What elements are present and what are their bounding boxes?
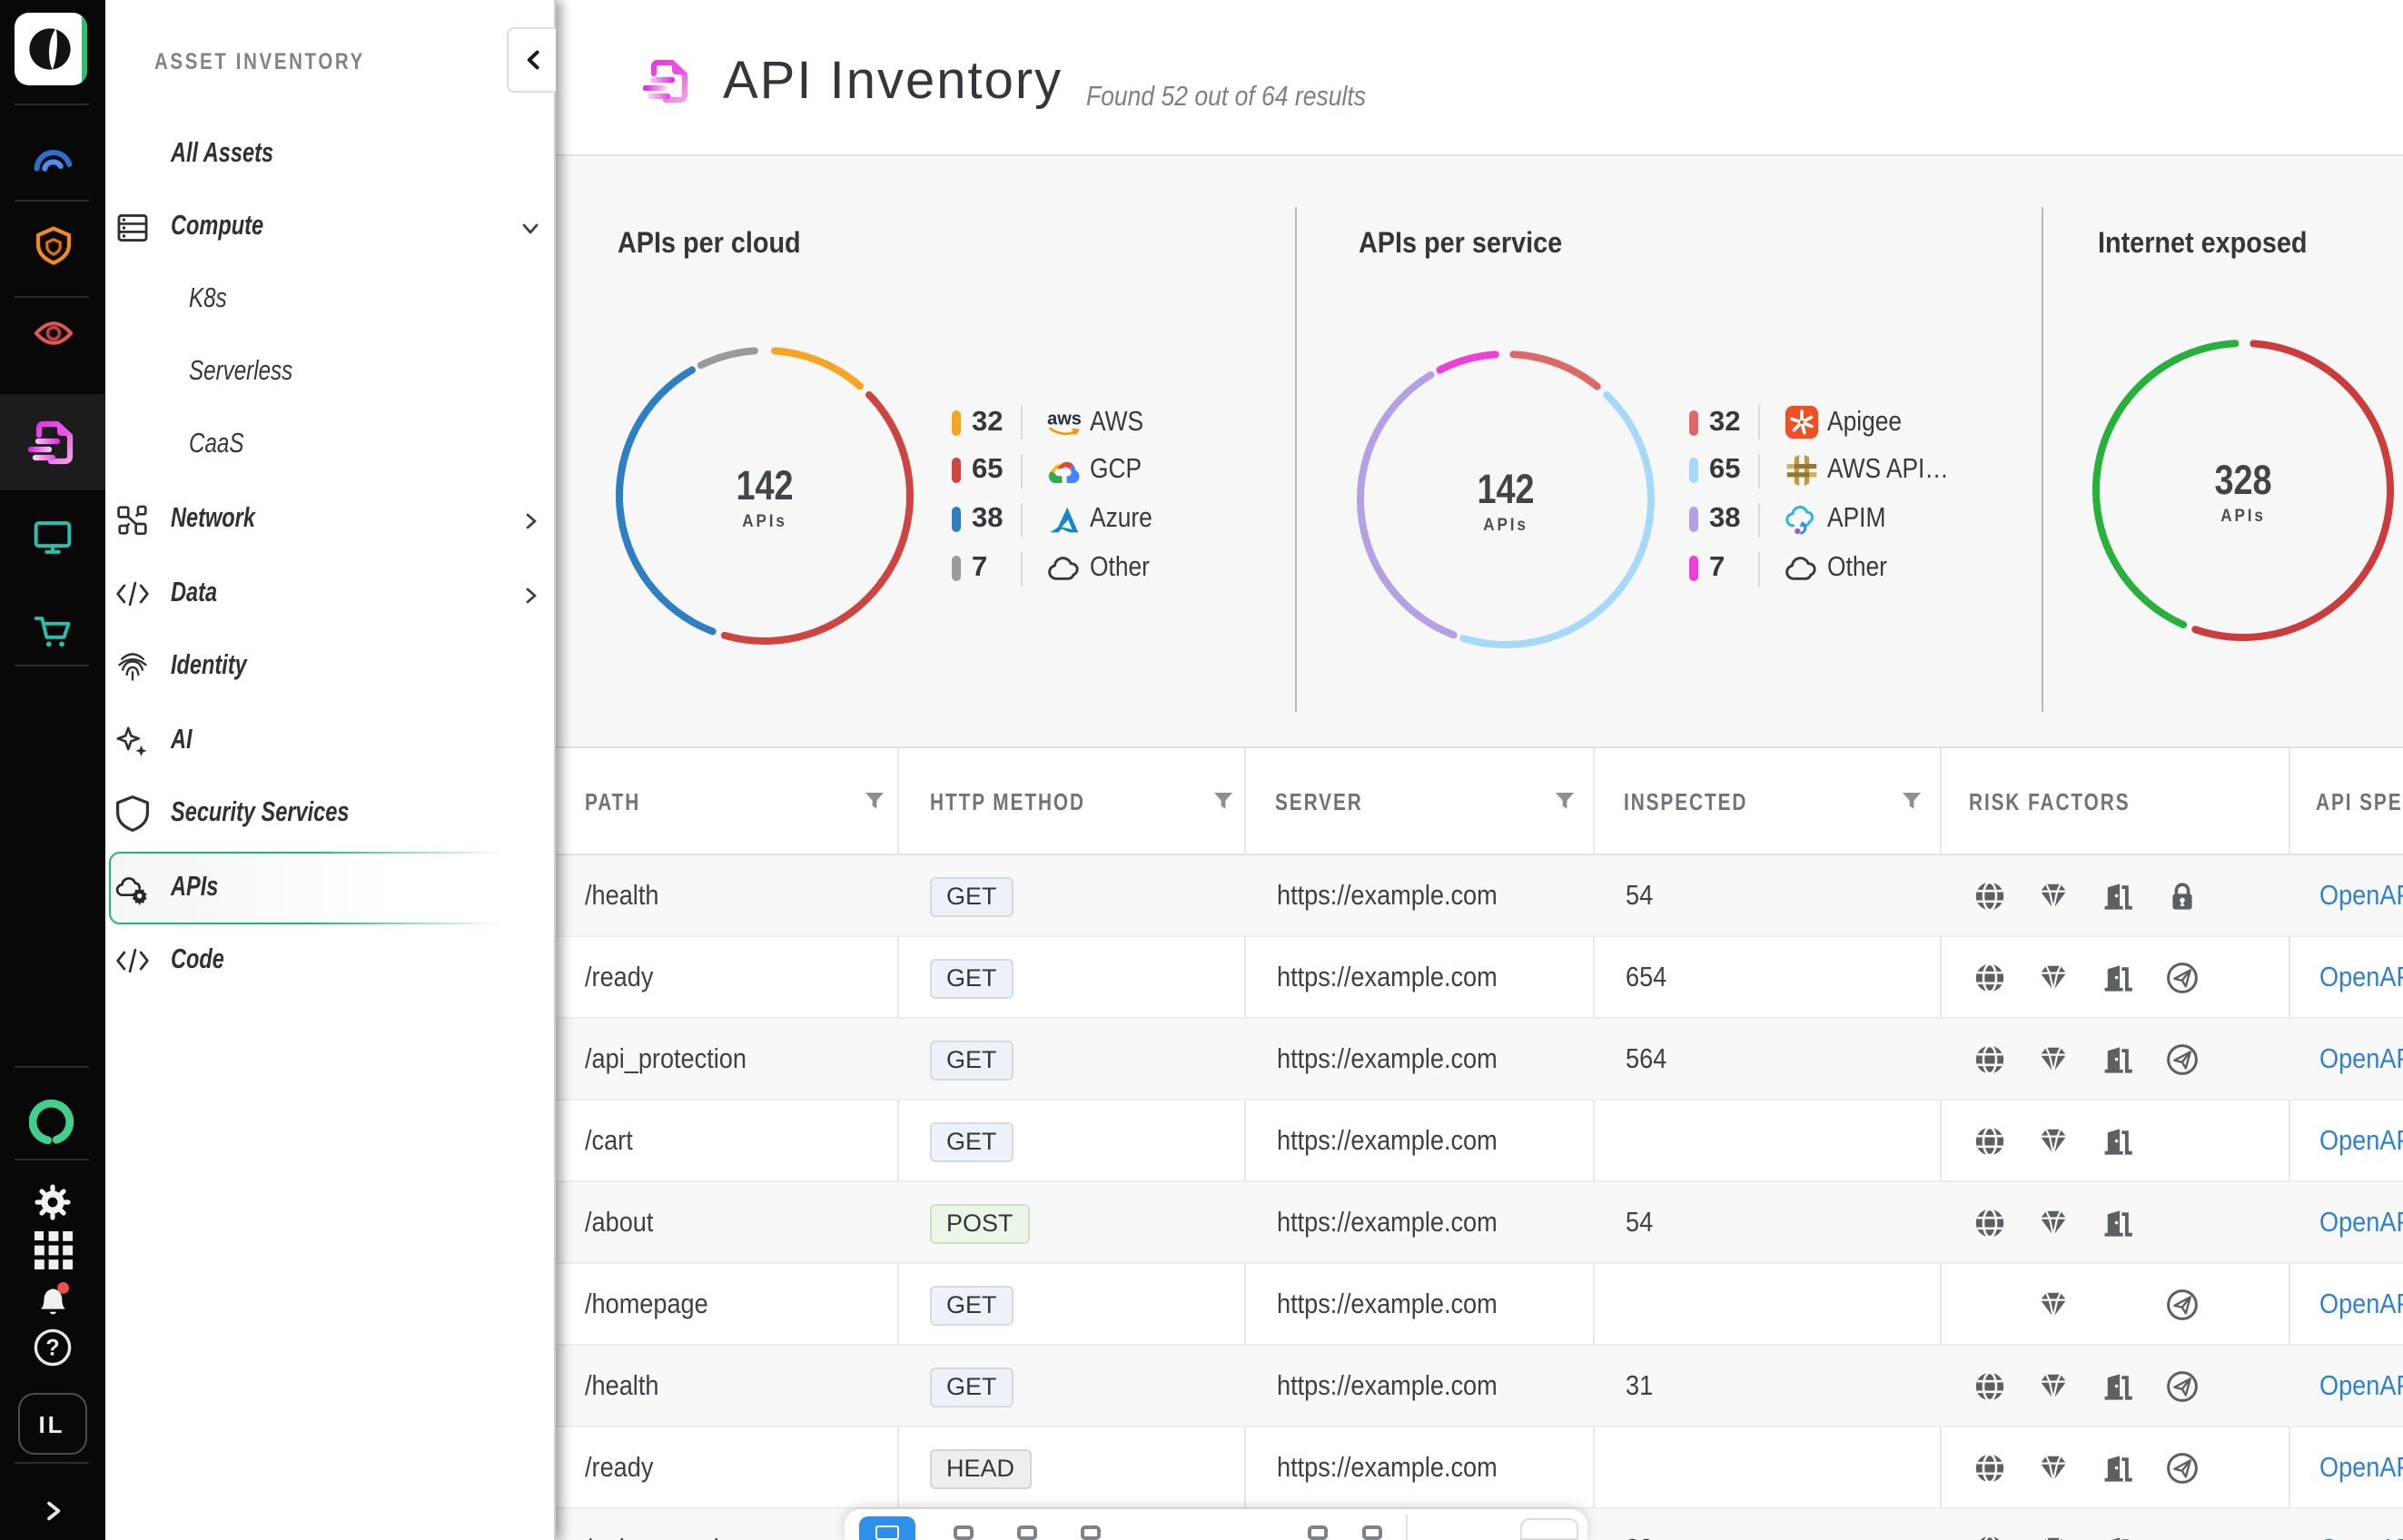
svg-text:aws: aws	[1047, 409, 1082, 429]
svg-text:?: ?	[45, 1334, 59, 1359]
